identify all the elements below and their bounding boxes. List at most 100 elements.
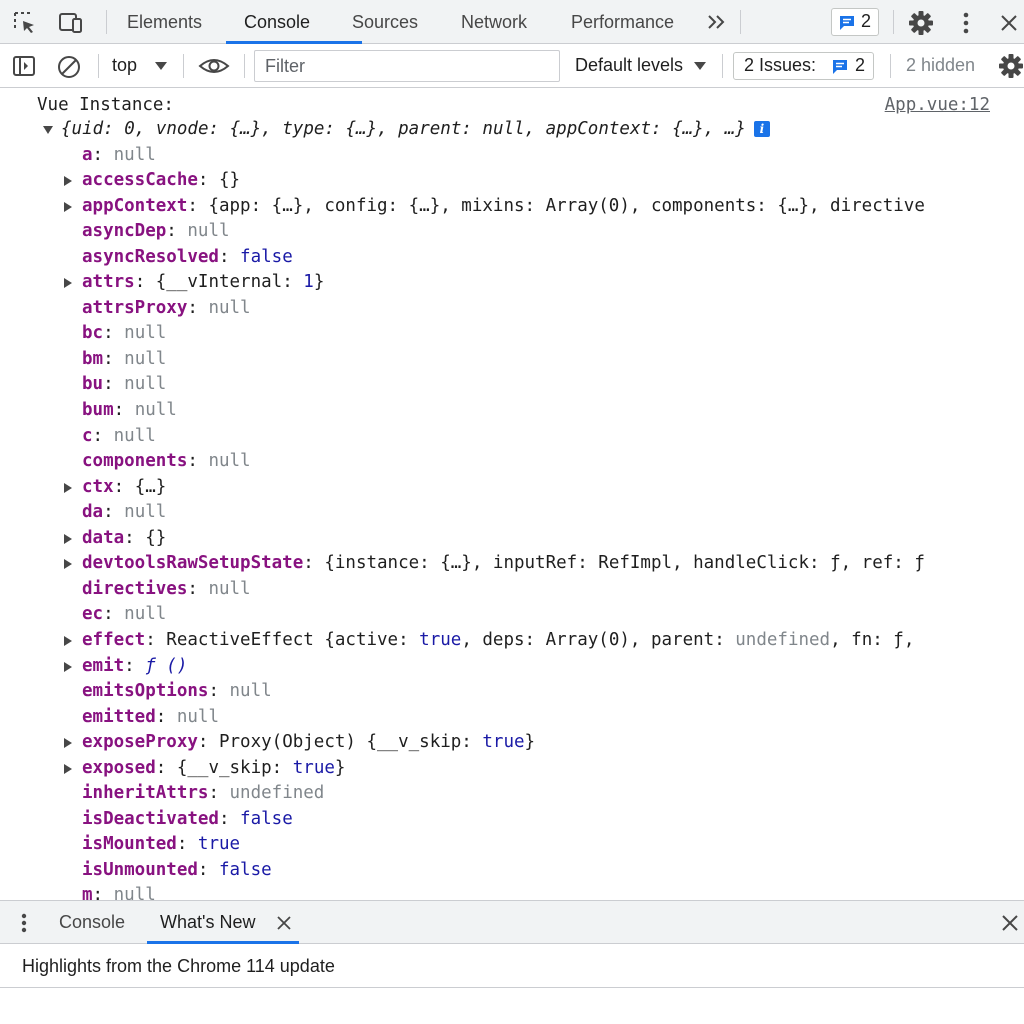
property-content: attrs: {__vInternal: 1} — [82, 270, 324, 296]
property-row[interactable]: exposed: {__v_skip: true} — [0, 756, 1004, 782]
expand-triangle-icon[interactable] — [64, 201, 72, 212]
tab-sources[interactable]: Sources — [352, 0, 418, 44]
toolbar-divider — [244, 54, 245, 78]
property-content: directives: null — [82, 577, 251, 603]
property-key: data — [82, 527, 125, 548]
property-row[interactable]: attrs: {__vInternal: 1} — [0, 270, 1004, 296]
property-key: isMounted — [82, 834, 177, 855]
property-value: {__vInternal: — [155, 272, 304, 293]
property-content: asyncDep: null — [82, 219, 230, 245]
default-levels-dropdown[interactable]: Default levels — [575, 55, 683, 76]
property-key: attrsProxy — [82, 297, 188, 318]
drawer-tab-whats-new[interactable]: What's New — [160, 901, 255, 943]
property-key: da — [82, 502, 104, 523]
close-drawer-icon[interactable] — [1000, 913, 1020, 933]
object-summary-row[interactable]: {uid: 0, vnode: {…}, type: {…}, parent: … — [0, 117, 1004, 143]
property-row[interactable]: emit: ƒ () — [0, 654, 1004, 680]
property-value: {instance: {…}, inputRef: RefImpl, handl… — [324, 553, 925, 574]
sidebar-toggle-icon[interactable] — [12, 55, 36, 77]
property-colon: : — [197, 170, 219, 191]
property-content: a: null — [82, 143, 156, 169]
object-summary: {uid: 0, vnode: {…}, type: {…}, parent: … — [61, 117, 770, 143]
caret-down-icon[interactable] — [154, 61, 168, 71]
property-colon: : — [218, 246, 241, 267]
property-row[interactable]: devtoolsRawSetupState: {instance: {…}, i… — [0, 551, 1004, 577]
property-content: data: {} — [82, 526, 166, 552]
caret-down-icon[interactable] — [693, 61, 707, 71]
property-value: , deps: Array(0), parent: — [461, 629, 736, 650]
property-row[interactable]: appContext: {app: {…}, config: {…}, mixi… — [0, 194, 1004, 220]
inspect-element-icon[interactable] — [12, 10, 38, 36]
property-row[interactable]: accessCache: {} — [0, 168, 1004, 194]
property-key: emitted — [82, 706, 156, 727]
tab-network[interactable]: Network — [461, 0, 527, 44]
tab-performance[interactable]: Performance — [571, 0, 674, 44]
property-value: true — [482, 732, 525, 753]
tab-console[interactable]: Console — [244, 0, 310, 44]
property-value: null — [208, 451, 251, 472]
tab-elements[interactable]: Elements — [127, 0, 202, 44]
settings-gear-icon[interactable] — [908, 10, 934, 36]
property-colon: : — [103, 502, 125, 523]
expand-triangle-icon[interactable] — [64, 278, 72, 289]
property-row[interactable]: ctx: {…} — [0, 475, 1004, 501]
device-toolbar-icon[interactable] — [56, 10, 84, 36]
live-expression-eye-icon[interactable] — [198, 54, 230, 78]
issues-button[interactable]: 2 Issues: 2 — [733, 52, 874, 80]
double-chevron-right-icon[interactable] — [706, 12, 728, 32]
property-key: devtoolsRawSetupState — [82, 553, 304, 574]
context-selector[interactable]: top — [112, 55, 137, 76]
property-value: false — [240, 246, 293, 267]
property-row[interactable]: effect: ReactiveEffect {active: true, de… — [0, 628, 1004, 654]
filter-input[interactable] — [254, 50, 560, 82]
property-value: null — [134, 400, 177, 420]
collapse-triangle-icon[interactable] — [43, 126, 53, 134]
whats-new-headline[interactable]: Highlights from the Chrome 114 update — [22, 944, 335, 988]
property-content: c: null — [82, 424, 156, 450]
expand-triangle-icon[interactable] — [64, 763, 72, 774]
drawer-tab-console[interactable]: Console — [59, 901, 125, 943]
property-value: Proxy(Object) {__v_skip: — [218, 732, 483, 753]
close-icon[interactable] — [998, 12, 1020, 34]
expand-triangle-icon[interactable] — [64, 482, 72, 493]
property-colon: : — [103, 323, 125, 344]
more-vertical-icon[interactable] — [956, 10, 976, 36]
info-icon[interactable]: i — [753, 121, 770, 137]
property-colon: : — [187, 451, 209, 472]
property-value: null — [229, 681, 272, 702]
property-key: emit — [82, 655, 125, 676]
whats-new-panel: Highlights from the Chrome 114 update — [0, 944, 1024, 988]
property-value: false — [240, 808, 293, 829]
property-row[interactable]: exposeProxy: Proxy(Object) {__v_skip: tr… — [0, 730, 1004, 756]
property-content: attrsProxy: null — [82, 296, 251, 322]
expand-triangle-icon[interactable] — [64, 635, 72, 646]
property-content: isDeactivated: false — [82, 807, 293, 833]
property-colon: : — [124, 655, 146, 676]
property-row[interactable]: data: {} — [0, 526, 1004, 552]
expand-triangle-icon[interactable] — [64, 661, 72, 672]
property-value: null — [113, 885, 156, 900]
property-row: emitted: null — [0, 705, 1004, 731]
property-colon: : — [124, 527, 146, 548]
property-value: null — [124, 323, 167, 344]
expand-triangle-icon[interactable] — [64, 533, 72, 544]
property-value: null — [187, 221, 230, 242]
property-key: bu — [82, 374, 104, 395]
property-colon: : — [208, 783, 230, 804]
property-value: {} — [145, 527, 167, 548]
property-colon: : — [197, 732, 219, 753]
clear-console-icon[interactable] — [56, 54, 82, 80]
property-value: {app: {…}, config: {…}, mixins: Array(0)… — [208, 195, 925, 216]
drawer-menu-icon[interactable] — [14, 911, 34, 935]
messages-badge[interactable]: 2 — [831, 8, 879, 36]
property-content: ctx: {…} — [82, 475, 166, 501]
property-value: true — [292, 757, 335, 778]
expand-triangle-icon[interactable] — [64, 738, 72, 749]
source-link[interactable]: App.vue:12 — [885, 95, 990, 115]
property-key: appContext — [82, 195, 188, 216]
expand-triangle-icon[interactable] — [64, 559, 72, 570]
expand-triangle-icon[interactable] — [64, 176, 72, 187]
console-settings-gear-icon[interactable] — [998, 53, 1024, 79]
close-tab-icon[interactable] — [276, 915, 292, 931]
property-content: isMounted: true — [82, 832, 240, 858]
